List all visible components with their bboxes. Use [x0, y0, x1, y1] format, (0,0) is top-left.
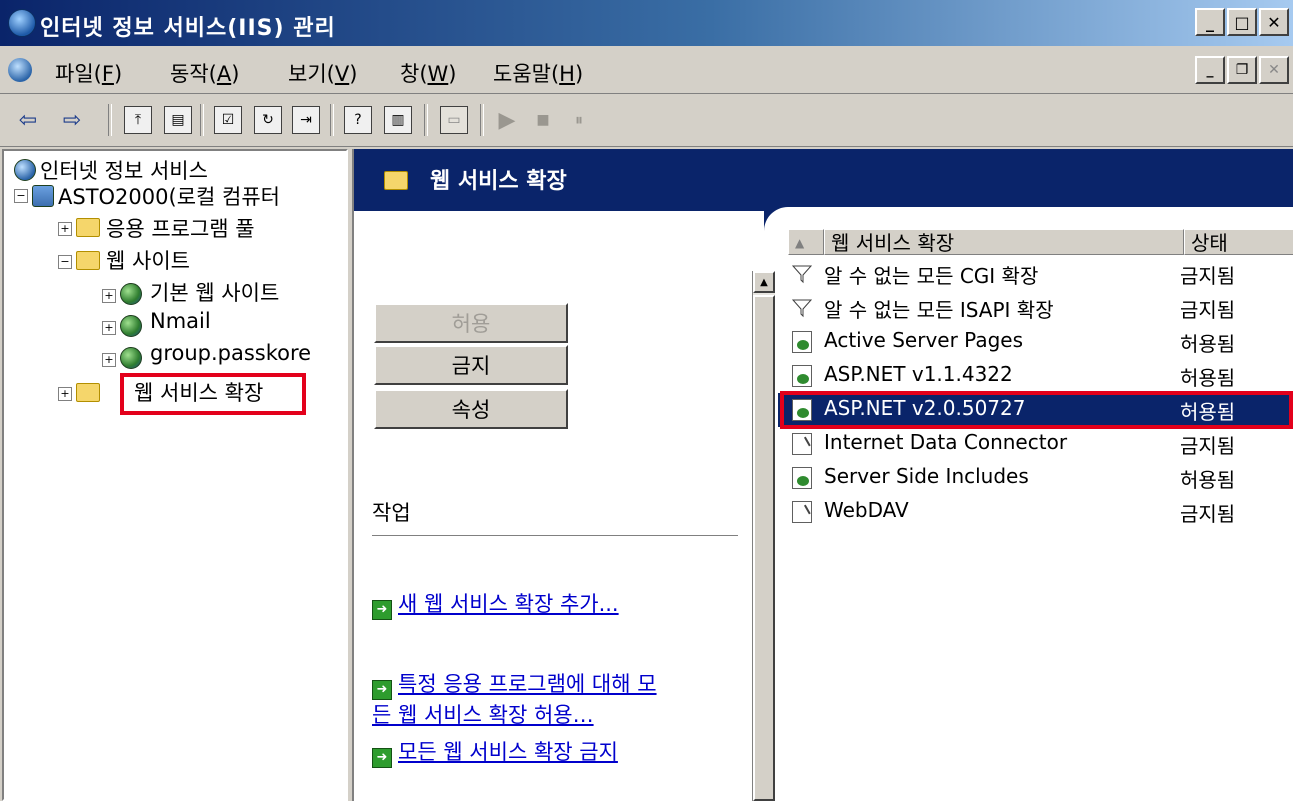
server-icon — [32, 185, 54, 207]
menu-view[interactable]: 보기(V) — [288, 58, 357, 88]
allowed-extension-icon — [792, 331, 812, 353]
folder-icon — [76, 218, 100, 237]
expand-icon[interactable]: + — [102, 353, 116, 367]
mdi-restore-button[interactable]: ❐ — [1227, 56, 1257, 84]
start-icon[interactable]: ▶ — [494, 106, 520, 134]
allow-button[interactable]: 허용 — [374, 303, 568, 343]
highlight-box — [780, 391, 1293, 429]
mdi-close-button[interactable]: ✕ — [1259, 56, 1289, 84]
back-arrow-icon[interactable]: ⇦ — [14, 106, 42, 134]
show-hide-tree-icon[interactable]: ▤ — [164, 106, 192, 134]
list-item[interactable]: Server Side Includes 허용됨 — [778, 461, 1293, 495]
scroll-up-icon[interactable]: ▲ — [753, 271, 775, 293]
mdi-window-icon[interactable] — [8, 58, 32, 82]
vertical-scrollbar[interactable]: ▲ — [752, 271, 775, 801]
list-item[interactable]: 알 수 없는 모든 ISAPI 확장 금지됨 — [778, 291, 1293, 325]
folder-icon — [76, 383, 100, 402]
up-one-level-icon[interactable]: ⤒ — [124, 106, 152, 134]
allowed-extension-icon — [792, 365, 812, 387]
show-hide-action-pane-icon[interactable]: ▥ — [384, 106, 412, 134]
collapse-icon[interactable]: − — [58, 255, 72, 269]
list-item[interactable]: ASP.NET v1.1.4322 허용됨 — [778, 359, 1293, 393]
iis-root-icon — [14, 159, 36, 181]
arrow-icon: ➜ — [372, 600, 392, 620]
collapse-icon[interactable]: − — [14, 189, 28, 203]
list-item[interactable]: 알 수 없는 모든 CGI 확장 금지됨 — [778, 257, 1293, 291]
expand-icon[interactable]: + — [102, 321, 116, 335]
expand-icon[interactable]: + — [102, 289, 116, 303]
list-item[interactable]: Active Server Pages 허용됨 — [778, 325, 1293, 359]
scroll-thumb[interactable] — [753, 295, 775, 801]
tree-node-site[interactable]: 기본 웹 사이트 — [150, 277, 279, 307]
column-header-status[interactable]: 상태 — [1184, 229, 1293, 255]
divider — [372, 535, 738, 537]
properties-button[interactable]: 속성 — [374, 389, 568, 429]
help-icon[interactable]: ? — [344, 106, 372, 134]
column-header-name[interactable]: 웹 서비스 확장 — [824, 229, 1184, 255]
pane-banner: 웹 서비스 확장 — [354, 149, 1293, 211]
tree-node-site[interactable]: Nmail — [150, 309, 211, 333]
website-globe-icon — [120, 315, 142, 337]
extensions-list: ▲ 웹 서비스 확장 상태 알 수 없는 모든 CGI 확장 금지됨 알 수 없는… — [778, 229, 1293, 801]
arrow-icon: ➜ — [372, 748, 392, 768]
menu-help[interactable]: 도움말(H) — [493, 58, 583, 88]
filter-icon — [792, 299, 812, 318]
arrow-icon: ➜ — [372, 680, 392, 700]
details-pane: 웹 서비스 확장 허용 금지 속성 작업 ➜ 새 웹 서비스 확장 추가... ➜… — [352, 149, 1293, 801]
stop-icon[interactable]: ■ — [530, 106, 556, 134]
menu-window[interactable]: 창(W) — [400, 58, 456, 88]
list-header: ▲ 웹 서비스 확장 상태 — [788, 229, 1293, 257]
close-button[interactable]: ✕ — [1259, 8, 1289, 36]
mdi-minimize-button[interactable]: _ — [1195, 56, 1225, 84]
website-globe-icon — [120, 347, 142, 369]
refresh-icon[interactable]: ↻ — [254, 106, 282, 134]
expand-icon[interactable]: + — [58, 387, 72, 401]
prohibit-button[interactable]: 금지 — [374, 345, 568, 385]
allow-all-for-app-link[interactable]: ➜ 특정 응용 프로그램에 대해 모든 웹 서비스 확장 허용… — [372, 669, 657, 730]
tree-node-websites[interactable]: 웹 사이트 — [106, 245, 190, 275]
console-tree: 인터넷 정보 서비스 − ASTO2000(로컬 컴퓨터 + 응용 프로그램 풀… — [2, 149, 348, 801]
window-titlebar: 인터넷 정보 서비스(IIS) 관리 _ □ ✕ — [0, 0, 1293, 46]
folder-icon — [76, 251, 100, 270]
tree-node-site[interactable]: group.passkore — [150, 341, 311, 365]
window-title: 인터넷 정보 서비스(IIS) 관리 — [40, 16, 336, 41]
forward-arrow-icon[interactable]: ⇨ — [58, 106, 86, 134]
pause-icon[interactable]: ⏸ — [566, 106, 592, 134]
add-extension-link[interactable]: ➜ 새 웹 서비스 확장 추가... — [372, 589, 619, 620]
website-globe-icon — [120, 283, 142, 305]
computer-icon[interactable]: ▭ — [440, 106, 468, 134]
list-item[interactable]: Internet Data Connector 금지됨 — [778, 427, 1293, 461]
export-list-icon[interactable]: ⇥ — [292, 106, 320, 134]
tree-node-app-pools[interactable]: 응용 프로그램 풀 — [106, 213, 255, 243]
properties-icon[interactable]: ☑ — [214, 106, 242, 134]
menu-file[interactable]: 파일(F) — [55, 58, 122, 88]
folder-icon — [384, 171, 408, 190]
sort-indicator-icon[interactable]: ▲ — [788, 229, 824, 255]
prohibit-all-link[interactable]: ➜ 모든 웹 서비스 확장 금지 — [372, 737, 618, 768]
minimize-button[interactable]: _ — [1195, 8, 1225, 36]
tree-node-server[interactable]: ASTO2000(로컬 컴퓨터 — [58, 181, 280, 211]
menu-action[interactable]: 동작(A) — [170, 58, 239, 88]
toolbar: ⇦ ⇨ ⤒ ▤ ☑ ↻ ⇥ ? ▥ ▭ ▶ ■ ⏸ — [0, 94, 1293, 147]
banner-title: 웹 서비스 확장 — [430, 169, 567, 194]
list-item[interactable]: WebDAV 금지됨 — [778, 495, 1293, 529]
iis-app-icon — [8, 9, 36, 37]
tasks-label: 작업 — [372, 501, 411, 525]
menu-bar: 파일(F) 동작(A) 보기(V) 창(W) 도움말(H) _ ❐ ✕ — [0, 47, 1293, 94]
allowed-extension-icon — [792, 467, 812, 489]
maximize-button[interactable]: □ — [1227, 8, 1257, 36]
expand-icon[interactable]: + — [58, 222, 72, 236]
prohibited-extension-icon — [792, 433, 812, 455]
prohibited-extension-icon — [792, 501, 812, 523]
filter-icon — [792, 265, 812, 284]
highlight-box — [120, 373, 306, 415]
